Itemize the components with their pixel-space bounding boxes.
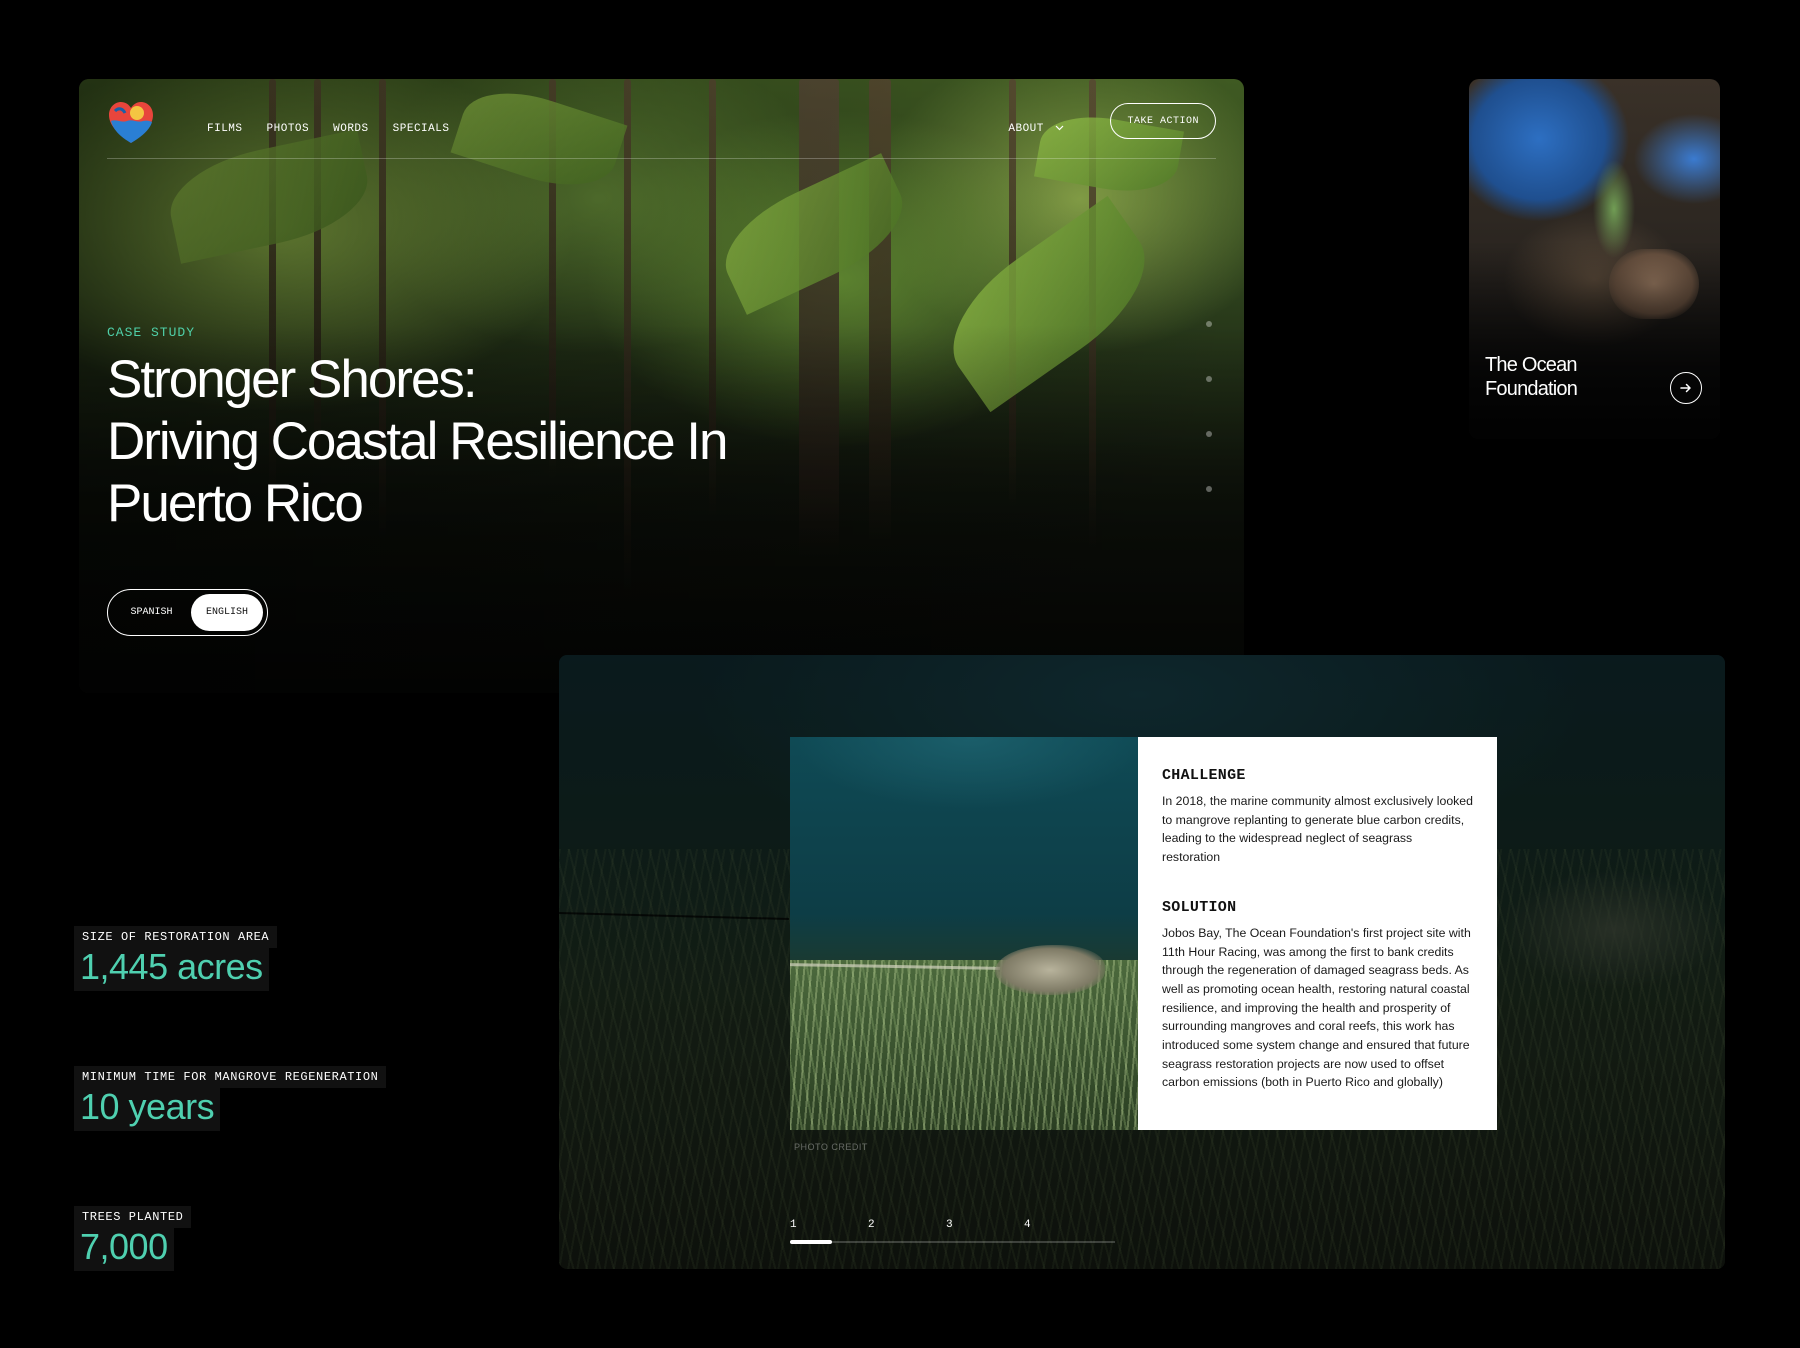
nav-link-specials[interactable]: SPECIALS [393,123,450,135]
solution-block: SOLUTION Jobos Bay, The Ocean Foundation… [1162,899,1473,1092]
section-dot[interactable] [1206,321,1212,327]
arrow-right-glyph [1680,383,1691,393]
title-line: Puerto Rico [107,474,364,533]
photo-credit: PHOTO CREDIT [794,1142,868,1152]
hero-card: FILMS PHOTOS WORDS SPECIALS ABOUT TAKE A… [79,79,1244,693]
section-dot[interactable] [1206,486,1212,492]
challenge-solution-panel: CHALLENGE In 2018, the marine community … [1138,737,1497,1130]
stat-label: SIZE OF RESTORATION AREA [74,926,278,948]
page: FILMS PHOTOS WORDS SPECIALS ABOUT TAKE A… [0,0,1800,1348]
language-option-spanish[interactable]: SPANISH [112,594,191,631]
stingray [995,945,1105,995]
language-option-english[interactable]: ENGLISH [190,594,263,631]
pager-progress [790,1240,832,1244]
nav-link-films[interactable]: FILMS [207,123,243,135]
stat-trees-planted: TREES PLANTED 7,000 [74,1206,192,1271]
title-line: Stronger Shores: [107,350,478,409]
pager-item-4[interactable]: 4 [1024,1219,1031,1231]
stingray-photo [790,737,1138,1130]
ocean-foundation-card[interactable]: The Ocean Foundation [1469,79,1720,439]
nav-links: FILMS PHOTOS WORDS SPECIALS [207,123,449,135]
challenge-heading: CHALLENGE [1162,767,1246,784]
challenge-text: In 2018, the marine community almost exc… [1162,794,1473,865]
stat-regeneration-time: MINIMUM TIME FOR MANGROVE REGENERATION 1… [74,1066,387,1131]
challenge-block: CHALLENGE In 2018, the marine community … [1162,767,1473,867]
case-detail-card: CHALLENGE In 2018, the marine community … [559,655,1725,1269]
language-toggle: SPANISH ENGLISH [107,589,268,636]
solution-text: Jobos Bay, The Ocean Foundation's first … [1162,925,1471,1090]
arrow-right-icon[interactable] [1670,372,1702,404]
stat-value: 10 years [74,1087,221,1131]
take-action-button[interactable]: TAKE ACTION [1110,103,1216,139]
section-dot[interactable] [1206,431,1212,437]
slide-pager: 1 2 3 4 [790,1219,1115,1249]
about-menu[interactable]: ABOUT [1008,123,1064,135]
stat-label: MINIMUM TIME FOR MANGROVE REGENERATION [74,1066,387,1088]
nav-link-photos[interactable]: PHOTOS [267,123,310,135]
about-label: ABOUT [1008,123,1044,135]
section-dot[interactable] [1206,376,1212,382]
org-card-title: The Ocean Foundation [1485,354,1578,400]
chevron-down-icon [1055,125,1064,131]
top-nav: FILMS PHOTOS WORDS SPECIALS ABOUT TAKE A… [107,99,1216,159]
stat-value: 1,445 acres [74,947,269,991]
page-title: Stronger Shores: Driving Coastal Resilie… [107,349,867,535]
pager-item-1[interactable]: 1 [790,1219,797,1231]
brand-logo[interactable] [107,99,155,145]
pager-item-3[interactable]: 3 [946,1219,953,1231]
pager-track [790,1241,1115,1243]
title-line: Driving Coastal Resilience In [107,412,729,471]
section-indicator [1206,321,1214,541]
stat-value: 7,000 [74,1227,174,1271]
stat-label: TREES PLANTED [74,1206,192,1228]
stat-restoration-area: SIZE OF RESTORATION AREA 1,445 acres [74,926,278,991]
case-study-eyebrow: CASE STUDY [107,325,196,340]
solution-heading: SOLUTION [1162,898,1237,916]
nav-link-words[interactable]: WORDS [333,123,369,135]
pager-item-2[interactable]: 2 [868,1219,875,1231]
